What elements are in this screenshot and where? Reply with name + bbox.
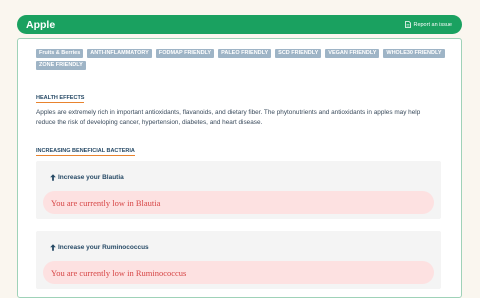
document-icon	[405, 21, 412, 28]
bacteria-status: You are currently low in Blautia	[43, 191, 434, 214]
food-detail-card: Fruits & Berries ANTI-INFLAMMATORY FODMA…	[17, 38, 462, 298]
tag-scd-friendly[interactable]: SCD FRIENDLY	[275, 49, 322, 58]
health-effects-text: Apples are extremely rich in important a…	[36, 109, 421, 126]
page-title: Apple	[26, 18, 56, 31]
report-issue-label: Report an issue	[413, 21, 452, 28]
health-effects-heading: HEALTH EFFECTS	[36, 95, 85, 103]
tag-anti-inflammatory[interactable]: ANTI-INFLAMMATORY	[87, 49, 152, 58]
tag-whole30-friendly[interactable]: WHOLE30 FRIENDLY	[383, 49, 445, 58]
bacteria-title-label: Increase your Blautia	[58, 174, 124, 181]
arrow-up-icon	[50, 174, 56, 181]
page-header: Apple Report an issue	[17, 15, 462, 34]
arrow-up-icon	[50, 244, 56, 251]
bacteria-title-label: Increase your Ruminococcus	[58, 244, 149, 251]
bacteria-card: Increase your Blautia You are currently …	[36, 161, 441, 219]
tag-paleo-friendly[interactable]: PALEO FRIENDLY	[218, 49, 272, 58]
report-issue-link[interactable]: Report an issue	[405, 21, 452, 28]
tag-fruits-berries[interactable]: Fruits & Berries	[36, 49, 84, 58]
bacteria-title: Increase your Blautia	[50, 174, 124, 181]
tag-list: Fruits & Berries ANTI-INFLAMMATORY FODMA…	[36, 49, 456, 70]
bacteria-title: Increase your Ruminococcus	[50, 244, 149, 251]
tag-zone-friendly[interactable]: ZONE FRIENDLY	[36, 61, 86, 70]
bacteria-status: You are currently low in Ruminococcus	[43, 261, 434, 284]
tag-vegan-friendly[interactable]: VEGAN FRIENDLY	[325, 49, 380, 58]
bacteria-card: Increase your Ruminococcus You are curre…	[36, 231, 441, 289]
bacteria-heading: INCREASING BENEFICIAL BACTERIA	[36, 148, 135, 156]
tag-fodmap-friendly[interactable]: FODMAP FRIENDLY	[155, 49, 215, 58]
